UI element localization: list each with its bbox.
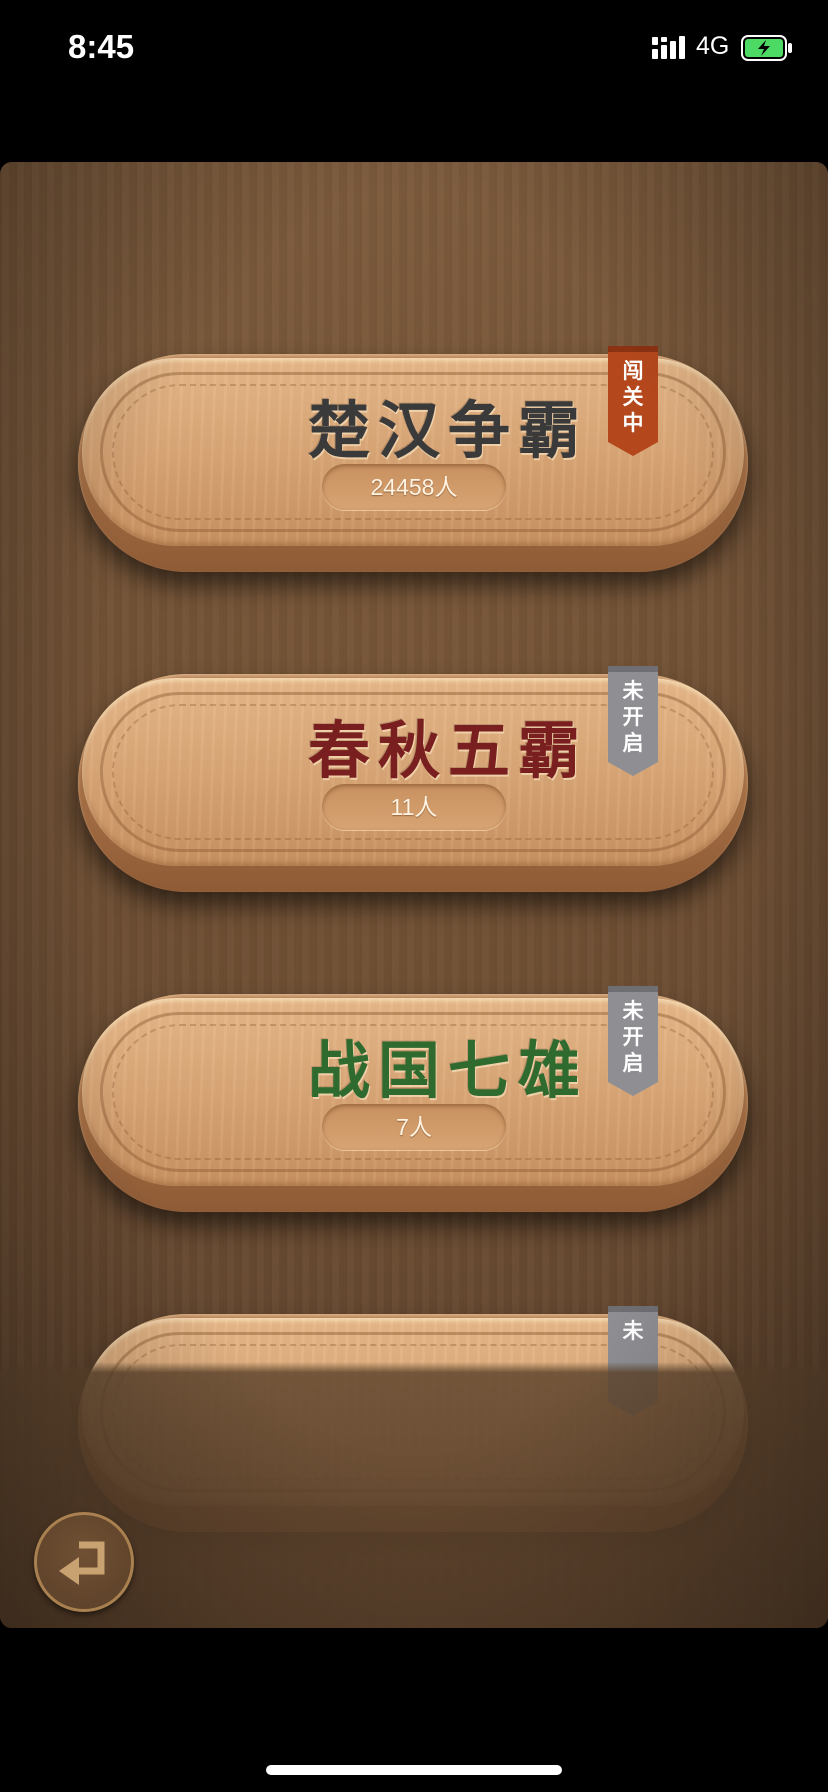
ribbon-label: 未 开 启 — [608, 998, 658, 1076]
level-card-chuhan[interactable]: 楚汉争霸 24458人 闯 关 中 — [78, 346, 748, 572]
player-count: 7人 — [322, 1104, 506, 1150]
status-ribbon: 未 开 启 — [608, 986, 658, 1096]
battery-charging-icon — [741, 35, 792, 61]
ribbon-char: 关 — [622, 385, 644, 409]
player-count: 11人 — [322, 784, 506, 830]
ribbon-char: 闯 — [622, 359, 644, 383]
ribbon-label: 未 开 启 — [608, 678, 658, 756]
home-indicator[interactable] — [266, 1765, 562, 1775]
player-count: 24458人 — [322, 464, 506, 510]
ribbon-char: 启 — [622, 1051, 644, 1075]
ribbon-char: 未 — [622, 1319, 644, 1343]
ribbon-label: 闯 关 中 — [608, 358, 658, 436]
network-type: 4G — [696, 32, 730, 60]
level-title: 战国七雄 — [307, 1034, 588, 1107]
ribbon-char: 中 — [622, 411, 644, 435]
status-ribbon: 闯 关 中 — [608, 346, 658, 456]
status-ribbon: 未 开 启 — [608, 666, 658, 776]
level-select-panel: 楚汉争霸 24458人 闯 关 中 春秋五霸 11人 未 开 启 战国七雄 7人… — [0, 162, 828, 1628]
ribbon-char: 未 — [622, 999, 644, 1023]
ribbon-label: 未 — [608, 1318, 658, 1344]
signal-bars-icon — [652, 36, 685, 59]
ribbon-char: 未 — [622, 679, 644, 703]
level-card-chunqiu[interactable]: 春秋五霸 11人 未 开 启 — [78, 666, 748, 892]
return-arrow-icon — [59, 1541, 105, 1585]
level-title: 楚汉争霸 — [307, 394, 588, 467]
ribbon-char: 开 — [622, 1025, 644, 1049]
status-time: 8:45 — [68, 28, 135, 65]
back-button[interactable] — [34, 1512, 134, 1612]
ribbon-char: 启 — [622, 731, 644, 755]
level-title: 春秋五霸 — [307, 714, 588, 787]
phone-screen: 8:45 4G 楚汉争霸 24458人 闯 关 中 春秋五霸 11人 未 开 启… — [0, 0, 828, 1792]
ribbon-char: 开 — [622, 705, 644, 729]
level-card-zhanguo[interactable]: 战国七雄 7人 未 开 启 — [78, 986, 748, 1212]
status-bar: 8:45 4G — [0, 0, 828, 100]
